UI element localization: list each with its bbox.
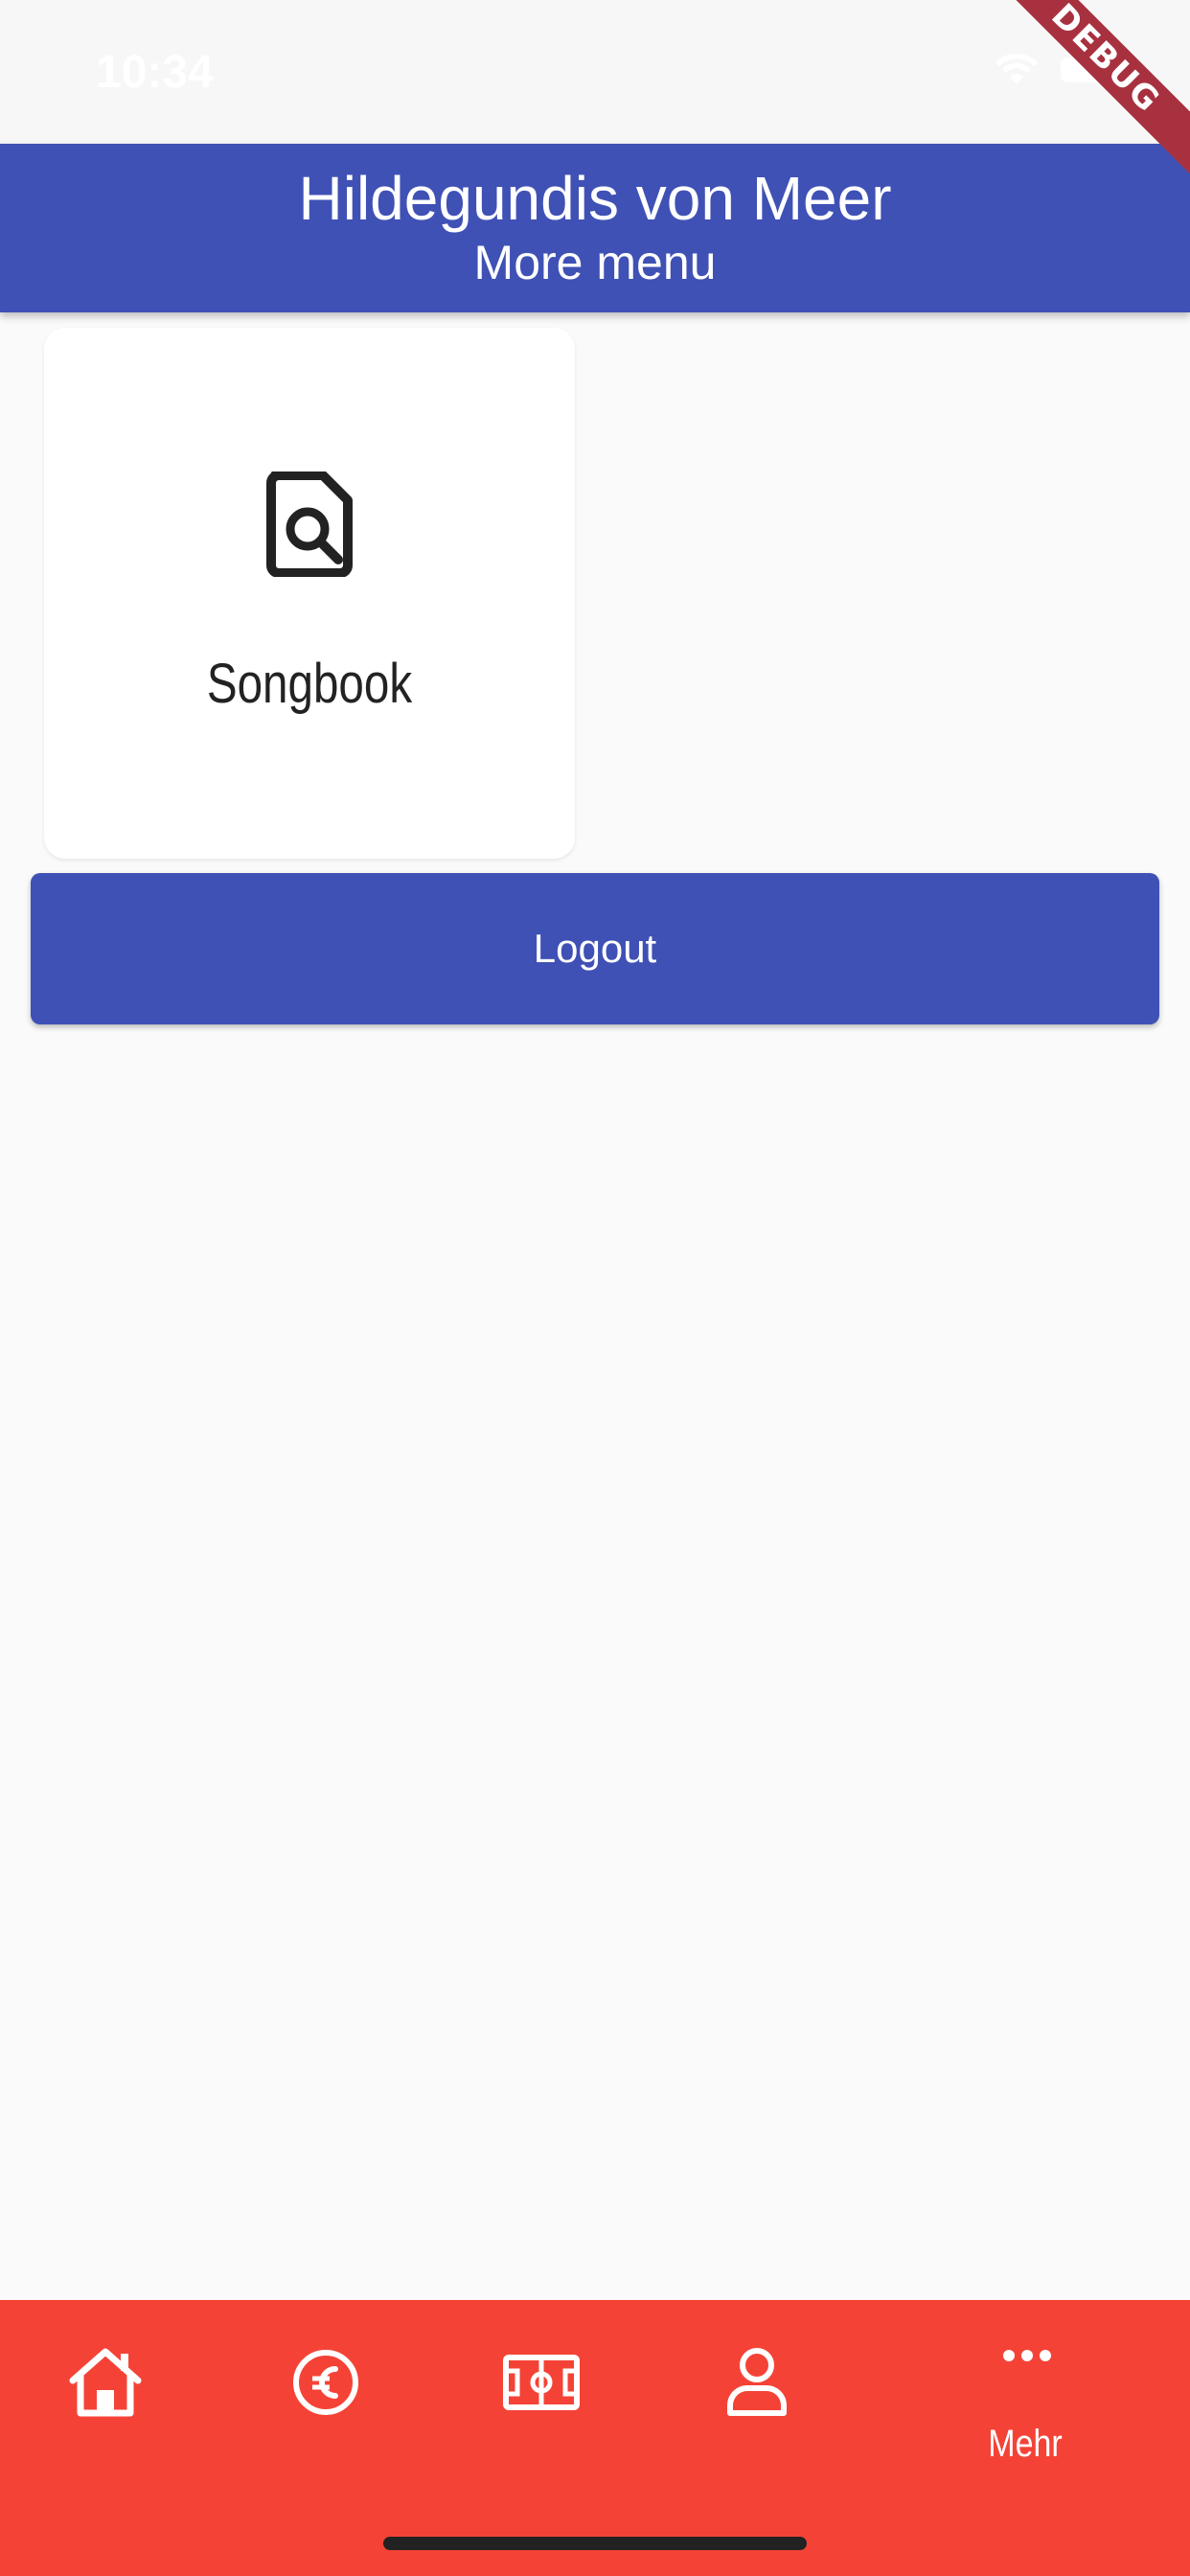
nav-item-more-label: Mehr [988, 2423, 1063, 2465]
home-indicator[interactable] [383, 2537, 807, 2550]
screen: 10:34 DEBUG Hildegundis von Meer More me… [0, 0, 1190, 2576]
app-bar-title: Hildegundis von Meer [298, 164, 892, 233]
status-time: 10:34 [96, 47, 214, 98]
status-bar: 10:34 [0, 0, 1190, 144]
nav-item-finance[interactable] [254, 2300, 398, 2492]
songbook-tile-label: Songbook [206, 653, 413, 715]
nav-item-more[interactable]: Mehr [953, 2300, 1097, 2492]
nav-item-field[interactable] [469, 2300, 613, 2492]
songbook-tile[interactable]: Songbook [44, 328, 575, 859]
bottom-navigation: Mehr [0, 2300, 1190, 2576]
document-search-icon [265, 471, 354, 578]
nav-item-profile[interactable] [685, 2300, 829, 2492]
nav-item-home[interactable] [38, 2300, 182, 2492]
app-bar-subtitle: More menu [473, 236, 717, 289]
logout-button[interactable]: Logout [31, 873, 1159, 1024]
app-bar: Hildegundis von Meer More menu [0, 144, 1190, 312]
wifi-icon [995, 54, 1039, 86]
